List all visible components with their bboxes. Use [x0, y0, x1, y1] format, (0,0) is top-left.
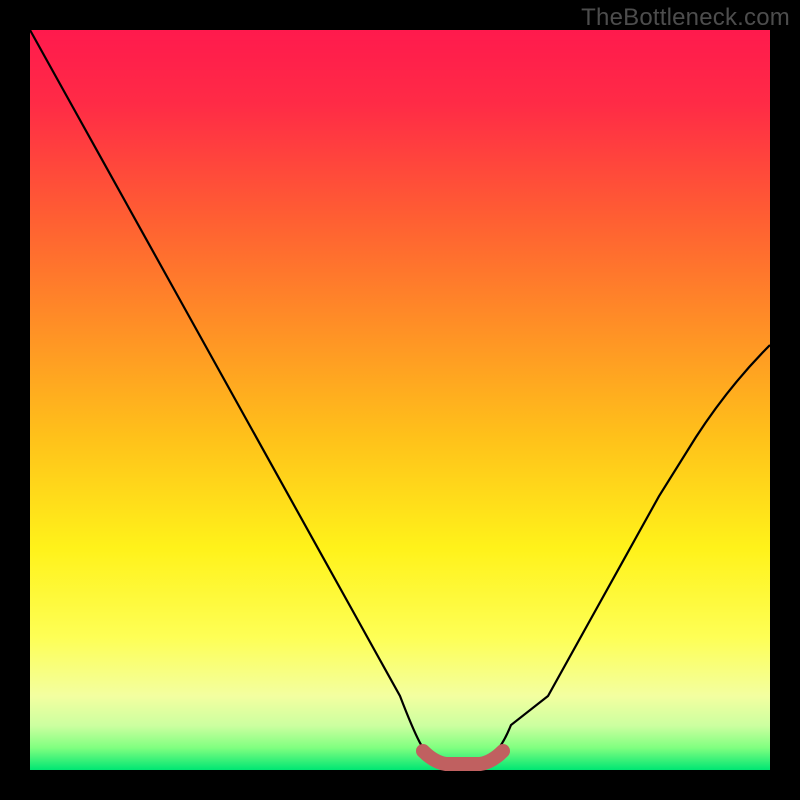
plot-background: [30, 30, 770, 770]
watermark-text: TheBottleneck.com: [581, 4, 790, 32]
chart-frame: TheBottleneck.com: [0, 0, 800, 800]
bottleneck-chart: [0, 0, 800, 800]
